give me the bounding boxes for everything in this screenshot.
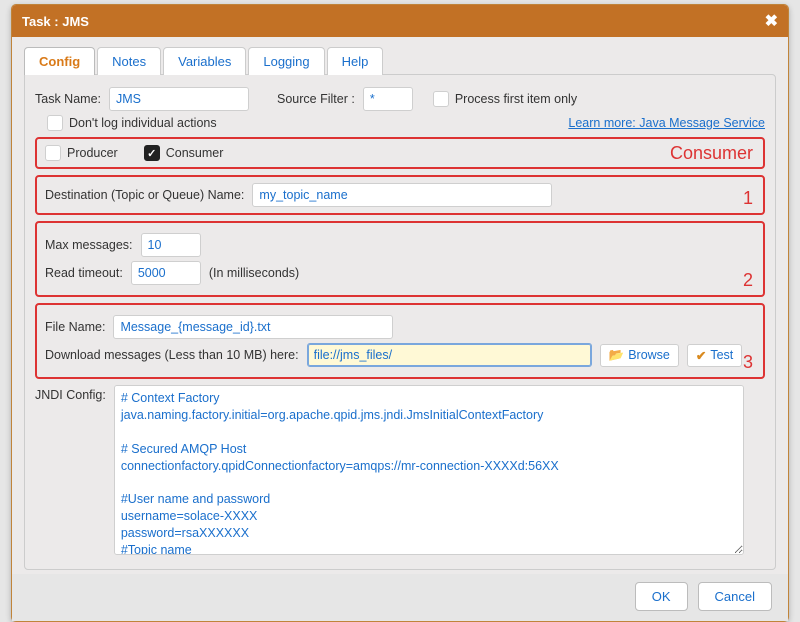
max-messages-label: Max messages:	[45, 238, 133, 252]
check-icon: ✔	[696, 348, 706, 363]
millis-label: (In milliseconds)	[209, 266, 299, 280]
annotation-3: 3	[743, 352, 753, 373]
source-filter-input[interactable]	[363, 87, 413, 111]
dialog-titlebar[interactable]: Task : JMS ✖	[12, 5, 788, 37]
tab-notes[interactable]: Notes	[97, 47, 161, 75]
download-path-input[interactable]	[307, 343, 592, 367]
tab-config[interactable]: Config	[24, 47, 95, 75]
annotation-box-consumer: Consumer Producer Consumer	[35, 137, 765, 169]
cancel-button[interactable]: Cancel	[698, 582, 772, 611]
destination-label: Destination (Topic or Queue) Name:	[45, 188, 244, 202]
annotation-box-3: 3 File Name: Download messages (Less tha…	[35, 303, 765, 379]
annotation-1: 1	[743, 188, 753, 209]
close-icon[interactable]: ✖	[765, 11, 778, 31]
tab-variables[interactable]: Variables	[163, 47, 246, 75]
task-name-input[interactable]	[109, 87, 249, 111]
consumer-label: Consumer	[166, 146, 224, 160]
browse-button[interactable]: 📂 Browse	[600, 344, 679, 367]
test-label: Test	[710, 348, 733, 362]
config-panel: Task Name: Source Filter : Process first…	[24, 74, 776, 570]
dialog-body: Config Notes Variables Logging Help Task…	[12, 37, 788, 574]
consumer-checkbox[interactable]	[144, 145, 160, 161]
file-name-label: File Name:	[45, 320, 105, 334]
dont-log-checkbox[interactable]	[47, 115, 63, 131]
folder-open-icon: 📂	[609, 348, 625, 363]
row-dontlog: Don't log individual actions Learn more:…	[35, 115, 765, 131]
test-button[interactable]: ✔ Test	[687, 344, 742, 367]
jndi-label: JNDI Config:	[35, 385, 106, 402]
destination-input[interactable]	[252, 183, 552, 207]
dialog-title: Task : JMS	[22, 14, 89, 29]
process-first-label: Process first item only	[455, 92, 577, 106]
producer-checkbox[interactable]	[45, 145, 61, 161]
browse-label: Browse	[628, 348, 670, 362]
learn-more-link[interactable]: Learn more: Java Message Service	[568, 116, 765, 130]
file-name-input[interactable]	[113, 315, 393, 339]
annotation-2: 2	[743, 270, 753, 291]
download-label: Download messages (Less than 10 MB) here…	[45, 348, 299, 362]
annotation-box-2: 2 Max messages: Read timeout: (In millis…	[35, 221, 765, 297]
dont-log-label: Don't log individual actions	[69, 116, 217, 130]
dialog-button-row: OK Cancel	[12, 574, 788, 621]
tab-logging[interactable]: Logging	[248, 47, 324, 75]
producer-label: Producer	[67, 146, 118, 160]
source-filter-label: Source Filter :	[277, 92, 355, 106]
max-messages-input[interactable]	[141, 233, 201, 257]
ok-button[interactable]: OK	[635, 582, 688, 611]
row-taskname: Task Name: Source Filter : Process first…	[35, 87, 765, 111]
task-name-label: Task Name:	[35, 92, 101, 106]
read-timeout-label: Read timeout:	[45, 266, 123, 280]
tab-help[interactable]: Help	[327, 47, 384, 75]
tab-strip: Config Notes Variables Logging Help	[24, 47, 776, 75]
process-first-checkbox[interactable]	[433, 91, 449, 107]
task-dialog: Task : JMS ✖ Config Notes Variables Logg…	[11, 4, 789, 622]
read-timeout-input[interactable]	[131, 261, 201, 285]
annotation-consumer-label: Consumer	[670, 143, 753, 164]
jndi-config-textarea[interactable]	[114, 385, 744, 555]
annotation-box-1: 1 Destination (Topic or Queue) Name:	[35, 175, 765, 215]
